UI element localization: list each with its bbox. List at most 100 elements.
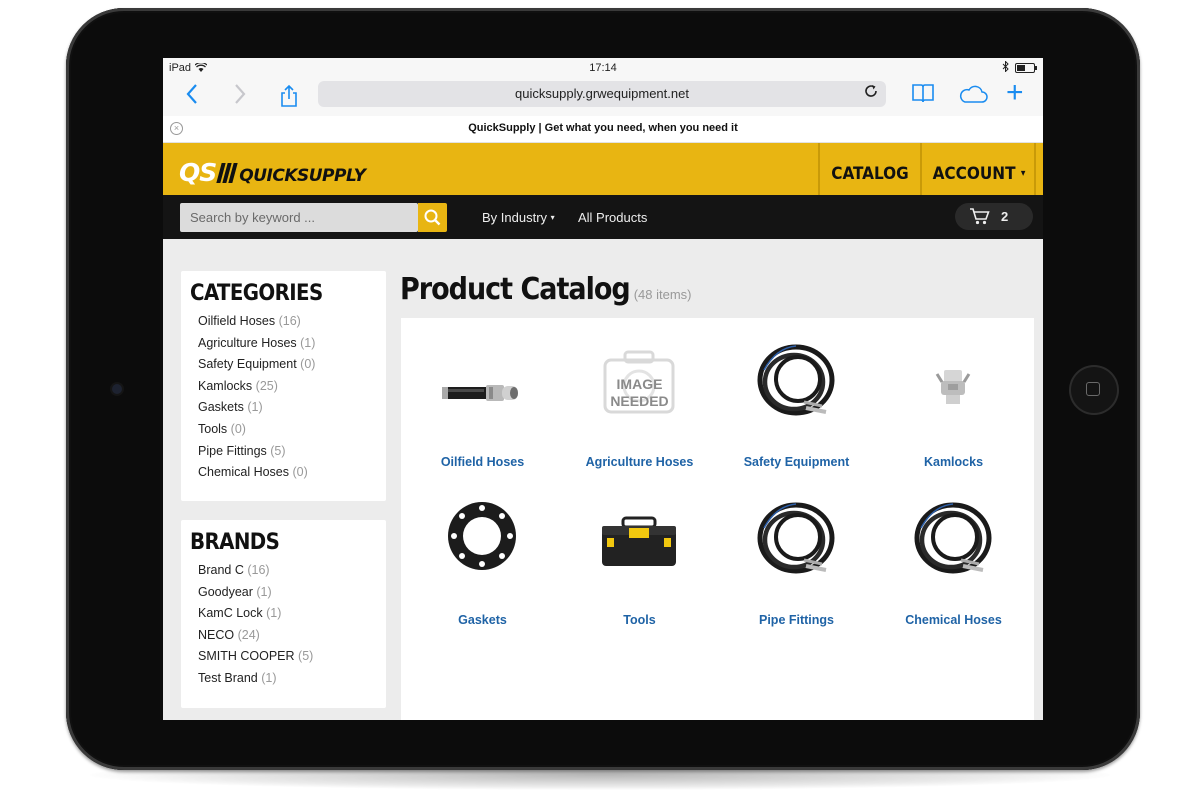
brand-item[interactable]: SMITH COOPER (5): [198, 646, 313, 668]
categories-panel: CATEGORIES Oilfield Hoses (16) Agricultu…: [181, 271, 386, 501]
product-label[interactable]: Safety Equipment: [718, 455, 875, 469]
product-label[interactable]: Oilfield Hoses: [404, 455, 561, 469]
site-logo[interactable]: QS QUICKSUPPLY: [179, 160, 366, 186]
category-item[interactable]: Safety Equipment (0): [198, 354, 315, 376]
logo-bars: [216, 163, 238, 186]
brands-heading: BRANDS: [190, 530, 280, 555]
by-industry-label: By Industry: [482, 210, 548, 225]
brand-item[interactable]: Test Brand (1): [198, 668, 313, 690]
brand-name: NECO: [198, 627, 235, 642]
coiled-hose-image[interactable]: [913, 498, 993, 578]
category-item[interactable]: Tools (0): [198, 419, 315, 441]
category-count: (0): [230, 421, 246, 436]
brands-panel: BRANDS Brand C (16) Goodyear (1) KamC Lo…: [181, 520, 386, 708]
product-label[interactable]: Tools: [561, 613, 718, 627]
category-item[interactable]: Chemical Hoses (0): [198, 462, 315, 484]
url-text: quicksupply.grwequipment.net: [515, 86, 689, 101]
kamlock-fitting-image[interactable]: [913, 340, 993, 420]
coiled-hose-image[interactable]: [756, 498, 836, 578]
product-label[interactable]: Chemical Hoses: [875, 613, 1032, 627]
cart-button[interactable]: 2: [955, 203, 1033, 230]
category-count: (1): [247, 400, 263, 415]
brand-item[interactable]: Goodyear (1): [198, 582, 313, 604]
category-count: (1): [300, 335, 316, 350]
url-field[interactable]: quicksupply.grwequipment.net: [318, 81, 886, 107]
nav-catalog[interactable]: CATALOG: [818, 143, 920, 195]
battery-icon: [1015, 63, 1037, 73]
category-item[interactable]: Gaskets (1): [198, 397, 315, 419]
home-button[interactable]: [1069, 365, 1119, 415]
back-button[interactable]: [185, 82, 199, 110]
brands-list: Brand C (16) Goodyear (1) KamC Lock (1) …: [198, 560, 313, 690]
category-name: Gaskets: [198, 400, 244, 415]
brand-name: Brand C: [198, 563, 244, 577]
category-name: Tools: [198, 421, 228, 436]
tab-title-bar: × QuickSupply | Get what you need, when …: [163, 116, 1043, 143]
search-icon: [424, 209, 441, 226]
brand-name: SMITH COOPER: [198, 649, 295, 664]
category-name: Chemical Hoses: [198, 465, 290, 480]
nav-account[interactable]: ACCOUNT ▾: [920, 143, 1036, 195]
catalog-title: Product Catalog: [400, 272, 631, 307]
site-header: QS QUICKSUPPLY CATALOG ACCOUNT ▾: [163, 143, 1043, 195]
category-count: (5): [270, 443, 286, 458]
new-tab-icon[interactable]: +: [1006, 76, 1024, 110]
hose-assembly-image[interactable]: [442, 340, 522, 420]
catalog-item-count: (48 items): [633, 287, 692, 302]
brand-item[interactable]: Brand C (16): [198, 560, 313, 582]
brand-item[interactable]: NECO (24): [198, 625, 313, 647]
by-industry-menu[interactable]: By Industry ▾: [482, 210, 555, 225]
page-title: QuickSupply | Get what you need, when yo…: [468, 122, 738, 134]
bookmarks-icon[interactable]: [911, 83, 935, 103]
image-needed-text: IMAGE NEEDED: [561, 376, 718, 410]
category-name: Pipe Fittings: [198, 443, 267, 458]
placeholder-line: IMAGE: [616, 376, 663, 392]
brand-count: (24): [237, 627, 260, 642]
all-products-link[interactable]: All Products: [578, 210, 647, 225]
search-button[interactable]: [418, 203, 447, 232]
search-input[interactable]: [180, 203, 418, 232]
category-count: (0): [300, 357, 316, 372]
share-icon[interactable]: [279, 84, 299, 107]
brand-name: Goodyear: [198, 584, 253, 599]
category-item[interactable]: Kamlocks (25): [198, 376, 315, 398]
product-label[interactable]: Kamlocks: [875, 455, 1032, 469]
front-camera: [112, 384, 122, 394]
category-item[interactable]: Oilfield Hoses (16): [198, 311, 315, 333]
category-name: Safety Equipment: [198, 357, 297, 372]
coiled-hose-image[interactable]: [756, 340, 836, 420]
category-item[interactable]: Agriculture Hoses (1): [198, 333, 315, 355]
toolbox-image[interactable]: [599, 498, 679, 578]
product-grid: Oilfield Hoses IMAGE NEEDED Agriculture …: [401, 318, 1034, 720]
forward-button[interactable]: [233, 82, 247, 110]
product-label[interactable]: Agriculture Hoses: [561, 455, 718, 469]
cart-count: 2: [1001, 209, 1009, 224]
brand-count: (1): [261, 670, 277, 685]
categories-heading: CATEGORIES: [190, 281, 323, 306]
gasket-image[interactable]: [442, 498, 522, 578]
chevron-down-icon: ▾: [550, 213, 555, 222]
nav-divider: [1034, 143, 1043, 195]
secondary-nav: By Industry ▾ All Products 2: [163, 195, 1043, 239]
cart-icon: [970, 208, 990, 225]
reload-icon[interactable]: [864, 81, 878, 107]
categories-list: Oilfield Hoses (16) Agriculture Hoses (1…: [198, 311, 315, 484]
brand-item[interactable]: KamC Lock (1): [198, 603, 313, 625]
category-count: (25): [255, 378, 278, 393]
category-item[interactable]: Pipe Fittings (5): [198, 441, 315, 463]
brand-count: (1): [266, 606, 282, 621]
clock: 17:14: [589, 62, 617, 74]
brand-count: (1): [256, 584, 272, 599]
brand-count: (16): [247, 563, 270, 577]
brand-name: Test Brand: [198, 670, 258, 685]
nav-account-label: ACCOUNT: [932, 164, 1016, 184]
category-count: (16): [278, 314, 301, 328]
browser-toolbar: quicksupply.grwequipment.net +: [163, 76, 1043, 116]
icloud-tabs-icon[interactable]: [957, 84, 989, 104]
chevron-down-icon: ▾: [1020, 168, 1026, 179]
product-label[interactable]: Gaskets: [404, 613, 561, 627]
placeholder-line: NEEDED: [610, 393, 669, 409]
product-label[interactable]: Pipe Fittings: [718, 613, 875, 627]
category-name: Agriculture Hoses: [198, 335, 297, 350]
category-name: Kamlocks: [198, 378, 253, 393]
